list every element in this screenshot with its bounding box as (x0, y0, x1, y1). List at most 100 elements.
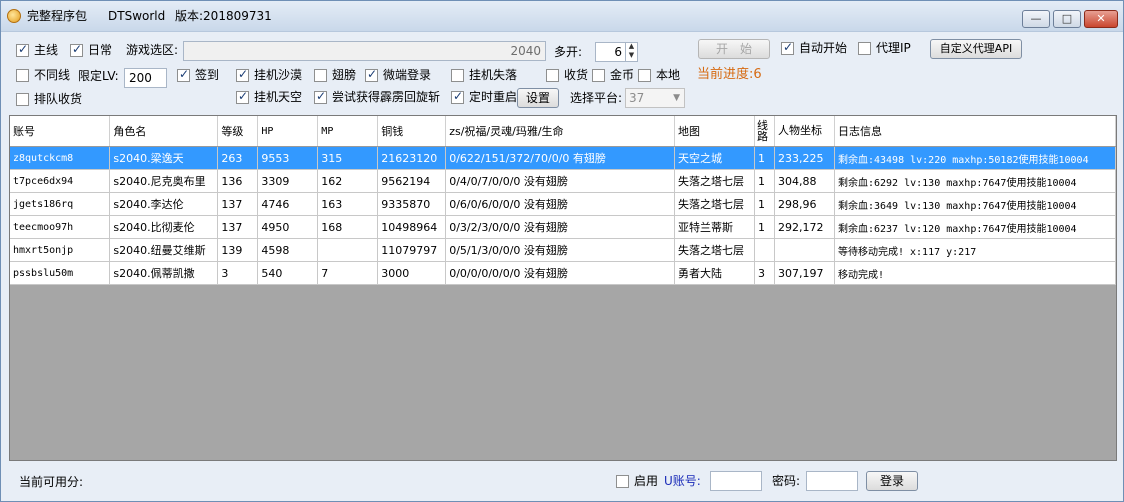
login-button[interactable]: 登录 (866, 471, 918, 491)
col-level[interactable]: 等级 (217, 116, 259, 147)
password-input[interactable] (806, 471, 858, 491)
timed-restart-checkbox[interactable] (451, 89, 464, 104)
collect-goods-label: 收货 (564, 68, 589, 82)
table-row[interactable]: teecmoo97h s2040.比彻麦伦 137 4950 168 10498964 0/… (10, 215, 1116, 239)
cell-role: s2040.梁逸天 (109, 146, 219, 170)
micro-login-checkbox[interactable] (365, 67, 378, 82)
cell-coord: 298,96 (774, 192, 835, 216)
maximize-icon[interactable]: □ (1053, 10, 1081, 28)
table-row[interactable]: t7pce6dx94 s2040.尼克奥布里 136 3309 162 9562194 0/… (10, 169, 1116, 193)
cell-account: pssbslu50m (10, 261, 111, 285)
settings-button[interactable]: 设置 (517, 88, 559, 108)
auto-start-checkbox[interactable] (781, 40, 794, 55)
sign-in-label: 签到 (195, 68, 220, 82)
points-label: 当前可用分: (19, 475, 84, 489)
cell-zs: 0/6/0/6/0/0/0 没有翅膀 (445, 192, 676, 216)
try-thunder-checkbox[interactable] (314, 89, 327, 104)
main-window: 完整程序包 DTSworld 版本:201809731 — □ ✕ 主线 日常 … (0, 0, 1124, 502)
gold-label: 金币 (610, 68, 635, 82)
cell-line: 1 (754, 146, 775, 170)
cell-line: 3 (754, 261, 775, 285)
cell-map: 亚特兰蒂斯 (674, 215, 756, 239)
main-line-label: 主线 (34, 43, 59, 57)
col-copper[interactable]: 铜钱 (377, 116, 447, 147)
col-hp[interactable]: HP (257, 116, 319, 147)
platform-select[interactable]: 37 ▼ (625, 88, 685, 108)
cell-map: 勇者大陆 (674, 261, 756, 285)
limit-lv-input[interactable]: 200 (124, 68, 167, 88)
col-log[interactable]: 日志信息 (834, 116, 1116, 147)
password-label: 密码: (772, 474, 801, 488)
cell-log: 剩余血:6237 lv:120 maxhp:7647使用技能10004 (834, 215, 1116, 239)
col-zs[interactable]: zs/祝福/灵魂/玛雅/生命 (445, 116, 676, 147)
cell-hp: 4746 (257, 192, 319, 216)
app-icon (7, 9, 21, 23)
cell-coord: 307,197 (774, 261, 835, 285)
cell-zs: 0/4/0/7/0/0/0 没有翅膀 (445, 169, 676, 193)
enable-checkbox[interactable] (616, 475, 629, 488)
custom-proxy-api-button[interactable]: 自定义代理API (930, 39, 1022, 59)
cell-level: 3 (217, 261, 259, 285)
wings-checkbox[interactable] (314, 69, 327, 82)
main-line-checkbox[interactable] (16, 42, 29, 57)
table-row[interactable]: pssbslu50m s2040.佩蒂凯撒 3 540 7 3000 0/0/0/0/0/0… (10, 261, 1116, 285)
sign-in-checkbox[interactable] (177, 67, 190, 82)
cell-level: 139 (217, 238, 259, 262)
cell-map: 失落之塔七层 (674, 169, 756, 193)
cell-account: z8qutckcm8 (10, 146, 111, 170)
cell-line: 1 (754, 215, 775, 239)
gold-checkbox[interactable] (592, 69, 605, 82)
no-same-line-checkbox[interactable] (16, 69, 29, 82)
cell-coord: 304,88 (774, 169, 835, 193)
cell-level: 137 (217, 192, 259, 216)
cell-hp: 3309 (257, 169, 319, 193)
table-row[interactable]: hmxrt5onjp s2040.纽曼艾维斯 139 4598 11079797 0/5/… (10, 238, 1116, 262)
hang-lost-tower-checkbox[interactable] (451, 69, 464, 82)
hang-sky-label: 挂机天空 (254, 90, 303, 104)
cell-zs: 0/622/151/372/70/0/0 有翅膀 (445, 146, 676, 170)
col-role[interactable]: 角色名 (109, 116, 219, 147)
zone-input[interactable]: 2040 (183, 41, 546, 61)
cell-hp: 4950 (257, 215, 319, 239)
table-row[interactable]: jgets186rq s2040.李达伦 137 4746 163 9335870 0/6/… (10, 192, 1116, 216)
cell-role: s2040.尼克奥布里 (109, 169, 219, 193)
local-checkbox[interactable] (638, 69, 651, 82)
limit-lv-label: 限定LV: (78, 69, 119, 83)
cell-mp (317, 238, 379, 262)
cell-zs: 0/3/2/3/0/0/0 没有翅膀 (445, 215, 676, 239)
hang-desert-checkbox[interactable] (236, 67, 249, 82)
start-button[interactable]: 开 始 (698, 39, 770, 59)
table-row[interactable]: z8qutckcm8 s2040.梁逸天 263 9553 315 21623120 0/6… (10, 146, 1116, 170)
cell-hp: 9553 (257, 146, 319, 170)
cell-account: hmxrt5onjp (10, 238, 111, 262)
proxy-ip-checkbox[interactable] (858, 42, 871, 55)
cell-mp: 163 (317, 192, 379, 216)
queue-collect-checkbox[interactable] (16, 93, 29, 106)
account-grid[interactable]: 账号 角色名 等级 HP MP 铜钱 zs/祝福/灵魂/玛雅/生命 地图 线路 … (9, 115, 1117, 461)
col-line[interactable]: 线路 (754, 116, 775, 147)
cell-mp: 168 (317, 215, 379, 239)
cell-hp: 4598 (257, 238, 319, 262)
col-mp[interactable]: MP (317, 116, 379, 147)
multi-open-value: 6 (614, 45, 622, 59)
cell-level: 136 (217, 169, 259, 193)
u-account-input[interactable] (710, 471, 762, 491)
brand-name: DTSworld (108, 9, 166, 23)
progress-label: 当前进度:6 (697, 67, 762, 82)
cell-role: s2040.李达伦 (109, 192, 219, 216)
col-coord[interactable]: 人物坐标 (774, 116, 835, 147)
collect-goods-checkbox[interactable] (546, 69, 559, 82)
cell-copper: 9562194 (377, 169, 447, 193)
col-account[interactable]: 账号 (10, 116, 111, 147)
enable-label: 启用 (634, 474, 659, 488)
multi-open-stepper[interactable]: 6 ▲ ▼ (595, 42, 638, 62)
hang-sky-checkbox[interactable] (236, 89, 249, 104)
stepper-arrows[interactable]: ▲ ▼ (625, 42, 637, 62)
col-map[interactable]: 地图 (674, 116, 756, 147)
minimize-icon[interactable]: — (1022, 10, 1050, 28)
version-text: 版本:201809731 (175, 9, 272, 23)
chevron-down-icon: ▼ (673, 93, 680, 103)
close-icon[interactable]: ✕ (1084, 10, 1118, 28)
title-bar[interactable]: 完整程序包 DTSworld 版本:201809731 — □ ✕ (1, 1, 1123, 32)
daily-checkbox[interactable] (70, 42, 83, 57)
